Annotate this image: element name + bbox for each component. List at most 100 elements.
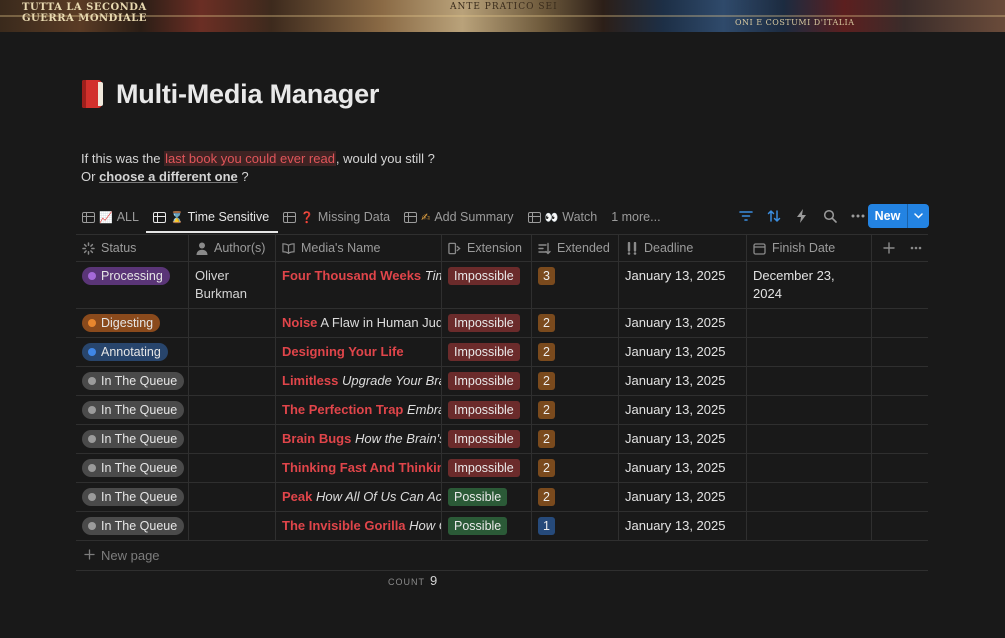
extended-cell[interactable]: 2 — [532, 309, 619, 337]
finish-date-cell[interactable] — [747, 396, 872, 424]
status-badge-in-the-queue[interactable]: In The Queue — [82, 488, 185, 506]
status-cell[interactable]: In The Queue — [76, 454, 189, 482]
finish-date-cell[interactable] — [747, 309, 872, 337]
author-cell[interactable] — [189, 396, 276, 424]
page-title[interactable]: Multi-Media Manager — [116, 79, 379, 110]
media-title[interactable]: Limitless — [282, 373, 338, 388]
tab-missing-data[interactable]: ❓ Missing Data — [283, 205, 390, 229]
extended-cell[interactable]: 3 — [532, 262, 619, 308]
media-title[interactable]: Peak — [282, 489, 312, 504]
column-header-authors[interactable]: Author(s) — [189, 235, 276, 261]
deadline-cell[interactable]: January 13, 2025 — [619, 338, 747, 366]
media-name-cell[interactable]: Four Thousand Weeks Time Management for … — [276, 262, 442, 308]
status-cell[interactable]: In The Queue — [76, 512, 189, 540]
tab-all[interactable]: 📈 ALL — [82, 205, 139, 229]
table-row[interactable]: Annotating Designing Your Life Impossibl… — [76, 338, 928, 367]
filter-icon[interactable] — [738, 208, 754, 224]
finish-date-cell[interactable] — [747, 338, 872, 366]
deadline-cell[interactable]: January 13, 2025 — [619, 425, 747, 453]
media-title[interactable]: Noise — [282, 315, 317, 330]
column-header-status[interactable]: Status — [76, 235, 189, 261]
media-name-cell[interactable]: The Invisible Gorilla How Our Intuitions… — [276, 512, 442, 540]
new-button[interactable]: New — [868, 204, 929, 228]
table-row[interactable]: Digesting Noise A Flaw in Human Judgment… — [76, 309, 928, 338]
finish-date-cell[interactable] — [747, 454, 872, 482]
tab-watch[interactable]: 👀 Watch — [527, 205, 597, 229]
status-badge-processing[interactable]: Processing — [82, 267, 170, 285]
finish-date-cell[interactable] — [747, 483, 872, 511]
extension-cell[interactable]: Impossible — [442, 262, 532, 308]
extension-cell[interactable]: Possible — [442, 512, 532, 540]
deadline-cell[interactable]: January 13, 2025 — [619, 512, 747, 540]
extended-cell[interactable]: 2 — [532, 367, 619, 395]
media-name-cell[interactable]: Limitless Upgrade Your Brain — [276, 367, 442, 395]
extended-cell[interactable]: 2 — [532, 425, 619, 453]
status-cell[interactable]: In The Queue — [76, 483, 189, 511]
author-cell[interactable] — [189, 483, 276, 511]
extension-cell[interactable]: Possible — [442, 483, 532, 511]
finish-date-cell[interactable]: December 23, 2024 — [747, 262, 872, 308]
column-header-media-name[interactable]: Media's Name — [276, 235, 442, 261]
table-row[interactable]: In The Queue Brain Bugs How the Brain's … — [76, 425, 928, 454]
more-tabs-button[interactable]: 1 more... — [611, 205, 660, 229]
deadline-cell[interactable]: January 13, 2025 — [619, 367, 747, 395]
media-title[interactable]: Designing Your Life — [282, 344, 404, 359]
deadline-cell[interactable]: January 13, 2025 — [619, 262, 747, 308]
column-header-extended[interactable]: Extended — [532, 235, 619, 261]
table-row[interactable]: In The Queue Peak How All Of Us Can Achi… — [76, 483, 928, 512]
new-page-button[interactable]: New page — [76, 541, 928, 571]
extended-cell[interactable]: 2 — [532, 396, 619, 424]
status-cell[interactable]: In The Queue — [76, 425, 189, 453]
deadline-cell[interactable]: January 13, 2025 — [619, 454, 747, 482]
media-title[interactable]: The Invisible Gorilla — [282, 518, 406, 533]
sort-icon[interactable] — [766, 208, 782, 224]
media-title[interactable]: Four Thousand Weeks — [282, 268, 421, 283]
automation-bolt-icon[interactable] — [794, 208, 810, 224]
table-row[interactable]: In The Queue The Invisible Gorilla How O… — [76, 512, 928, 541]
extended-cell[interactable]: 2 — [532, 338, 619, 366]
column-more-icon[interactable] — [909, 242, 922, 255]
count-footer[interactable]: COUNT 9 — [388, 573, 437, 588]
tab-time-sensitive[interactable]: ⌛ Time Sensitive — [152, 205, 269, 229]
status-badge-annotating[interactable]: Annotating — [82, 343, 168, 361]
extended-cell[interactable]: 1 — [532, 512, 619, 540]
status-badge-in-the-queue[interactable]: In The Queue — [82, 459, 185, 477]
choose-different-link[interactable]: choose a different one — [99, 169, 238, 184]
chevron-down-icon[interactable] — [908, 213, 929, 219]
extended-cell[interactable]: 2 — [532, 483, 619, 511]
search-icon[interactable] — [822, 208, 838, 224]
extension-cell[interactable]: Impossible — [442, 454, 532, 482]
extension-cell[interactable]: Impossible — [442, 367, 532, 395]
finish-date-cell[interactable] — [747, 512, 872, 540]
deadline-cell[interactable]: January 13, 2025 — [619, 483, 747, 511]
status-badge-in-the-queue[interactable]: In The Queue — [82, 372, 185, 390]
status-badge-in-the-queue[interactable]: In The Queue — [82, 430, 185, 448]
table-row[interactable]: In The Queue The Perfection Trap Embraci… — [76, 396, 928, 425]
table-row[interactable]: In The Queue Thinking Fast And Thinking … — [76, 454, 928, 483]
extension-cell[interactable]: Impossible — [442, 425, 532, 453]
deadline-cell[interactable]: January 13, 2025 — [619, 309, 747, 337]
status-badge-in-the-queue[interactable]: In The Queue — [82, 517, 185, 535]
status-cell[interactable]: Annotating — [76, 338, 189, 366]
author-cell[interactable] — [189, 454, 276, 482]
red-book-icon[interactable] — [80, 79, 106, 109]
status-cell[interactable]: In The Queue — [76, 396, 189, 424]
media-name-cell[interactable]: Brain Bugs How the Brain's Flaws Shape O… — [276, 425, 442, 453]
media-title[interactable]: Brain Bugs — [282, 431, 351, 446]
tab-add-summary[interactable]: ✍ Add Summary — [404, 205, 514, 229]
more-options-icon[interactable] — [850, 208, 866, 224]
extended-cell[interactable]: 2 — [532, 454, 619, 482]
status-badge-digesting[interactable]: Digesting — [82, 314, 161, 332]
author-cell[interactable] — [189, 367, 276, 395]
media-name-cell[interactable]: Peak How All Of Us Can Achieve Extraordi… — [276, 483, 442, 511]
column-header-extension[interactable]: Extension — [442, 235, 532, 261]
author-cell[interactable] — [189, 512, 276, 540]
author-cell[interactable] — [189, 309, 276, 337]
author-cell[interactable] — [189, 338, 276, 366]
extension-cell[interactable]: Impossible — [442, 338, 532, 366]
status-badge-in-the-queue[interactable]: In The Queue — [82, 401, 185, 419]
author-cell[interactable] — [189, 425, 276, 453]
finish-date-cell[interactable] — [747, 367, 872, 395]
status-cell[interactable]: Digesting — [76, 309, 189, 337]
media-title[interactable]: The Perfection Trap — [282, 402, 403, 417]
